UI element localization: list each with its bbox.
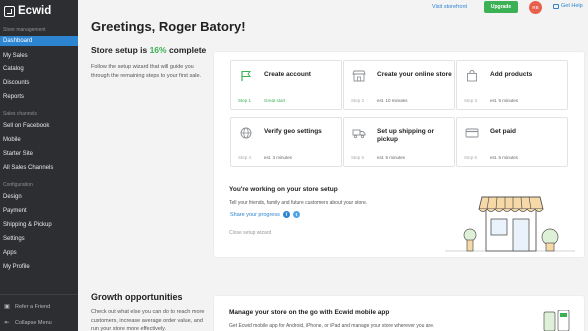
phones-illustration	[543, 310, 570, 331]
step-estimate: est. 5 minutes	[490, 98, 519, 103]
setup-title-suffix: complete	[166, 45, 207, 55]
sidebar-divider	[0, 294, 78, 295]
step-card-shipping[interactable]: Set up shipping or pickup Step 5 est. 5 …	[343, 117, 455, 167]
collapse-arrow-icon: ⇤	[4, 320, 10, 326]
upgrade-button[interactable]: Upgrade	[484, 1, 518, 13]
sidebar-item-shipping-pickup[interactable]: Shipping & Pickup	[0, 220, 78, 230]
step-card-get-paid[interactable]: Get paid Step 6 est. 5 minutes	[456, 117, 568, 167]
step-number: Step 5	[351, 155, 365, 160]
working-description: Tell your friends, family and future cus…	[229, 200, 368, 206]
sidebar-item-all-sales-channels[interactable]: All Sales Channels	[0, 163, 78, 173]
sidebar-item-sell-on-facebook[interactable]: Sell on Facebook	[0, 121, 78, 131]
step-card-create-account[interactable]: Create account Step 1 Great start	[230, 60, 342, 110]
growth-title: Growth opportunities	[91, 292, 183, 302]
gift-icon: ▣	[4, 304, 10, 310]
sidebar-item-design[interactable]: Design	[0, 192, 78, 202]
step-number: Step 4	[238, 155, 252, 160]
card-icon	[464, 126, 480, 140]
bag-icon	[464, 69, 480, 83]
ecwid-logo-icon	[4, 5, 15, 17]
step-title: Add products	[490, 71, 533, 78]
collapse-menu-label: Collapse Menu	[15, 319, 52, 326]
sidebar-item-apps[interactable]: Apps	[0, 248, 78, 258]
facebook-icon[interactable]: f	[282, 211, 290, 218]
step-estimate: Great start	[264, 98, 286, 103]
setup-progress-title: Store setup is 16% complete	[91, 45, 206, 55]
brand-name: Ecwid	[18, 5, 52, 17]
step-title: Create account	[264, 71, 311, 78]
step-number: Step 1	[238, 98, 252, 103]
flag-icon	[238, 69, 254, 83]
step-title: Set up shipping or pickup	[377, 128, 435, 143]
visit-storefront-link[interactable]: Visit storefront	[432, 4, 467, 10]
step-card-add-products[interactable]: Add products Step 3 est. 5 minutes	[456, 60, 568, 110]
truck-icon	[351, 126, 367, 140]
sidebar-item-mobile[interactable]: Mobile	[0, 135, 78, 145]
sidebar-item-catalog[interactable]: Catalog	[0, 64, 78, 74]
step-number: Step 2	[351, 98, 365, 103]
step-estimate: est. 10 minutes	[377, 98, 408, 103]
close-setup-wizard-link[interactable]: Close setup wizard	[229, 230, 271, 236]
working-title: You're working on your store setup	[229, 186, 338, 193]
sidebar-item-my-sales[interactable]: My Sales	[0, 51, 78, 61]
refer-friend-label: Refer a Friend	[15, 303, 51, 310]
growth-description: Check out what else you can do to reach …	[91, 309, 205, 331]
step-number: Step 6	[464, 155, 478, 160]
mobile-app-description: Get Ecwid mobile app for Android, iPhone…	[229, 323, 435, 329]
sidebar-item-starter-site[interactable]: Starter Site	[0, 149, 78, 159]
chat-icon	[553, 3, 559, 9]
avatar[interactable]: RB	[529, 1, 542, 14]
globe-icon	[238, 126, 254, 140]
setup-description: Follow the setup wizard that will guide …	[91, 64, 202, 79]
storefront-illustration	[445, 196, 575, 252]
step-estimate: est. 5 minutes	[377, 155, 406, 160]
section-sales-channels: Sales channels	[3, 111, 37, 117]
step-title: Create your online store	[377, 71, 452, 78]
step-estimate: est. 5 minutes	[490, 155, 519, 160]
step-estimate: est. 3 minutes	[264, 155, 293, 160]
sidebar-item-dashboard[interactable]: Dashboard	[0, 36, 78, 46]
sidebar-item-payment[interactable]: Payment	[0, 206, 78, 216]
section-store-management: Store management	[3, 27, 46, 33]
collapse-menu-button[interactable]: ⇤ Collapse Menu	[3, 319, 52, 327]
mobile-app-title: Manage your store on the go with Ecwid m…	[229, 309, 390, 316]
step-card-verify-geo[interactable]: Verify geo settings Step 4 est. 3 minute…	[230, 117, 342, 167]
page-title: Greetings, Roger Batory!	[91, 19, 246, 34]
step-number: Step 3	[464, 98, 478, 103]
get-help-label: Get Help	[561, 3, 583, 9]
share-progress: Share your progress f t	[230, 211, 300, 218]
step-title: Get paid	[490, 128, 517, 135]
step-title: Verify geo settings	[264, 128, 322, 135]
refer-friend-link[interactable]: ▣ Refer a Friend	[3, 303, 51, 311]
sidebar-item-discounts[interactable]: Discounts	[0, 78, 78, 88]
step-card-create-store[interactable]: Create your online store Step 2 est. 10 …	[343, 60, 455, 110]
sidebar-item-settings[interactable]: Settings	[0, 234, 78, 244]
twitter-icon[interactable]: t	[292, 211, 300, 218]
setup-percent: 16%	[149, 45, 167, 55]
section-configuration: Configuration	[3, 182, 33, 188]
sidebar-item-reports[interactable]: Reports	[0, 92, 78, 102]
sidebar: Ecwid Store management Dashboard My Sale…	[0, 0, 78, 331]
ecwid-logo[interactable]: Ecwid	[4, 5, 51, 17]
sidebar-item-my-profile[interactable]: My Profile	[0, 262, 78, 272]
get-help-link[interactable]: Get Help	[553, 3, 583, 9]
storefront-icon	[351, 69, 367, 83]
share-progress-link[interactable]: Share your progress	[230, 212, 280, 218]
setup-title-prefix: Store setup is	[91, 45, 150, 55]
